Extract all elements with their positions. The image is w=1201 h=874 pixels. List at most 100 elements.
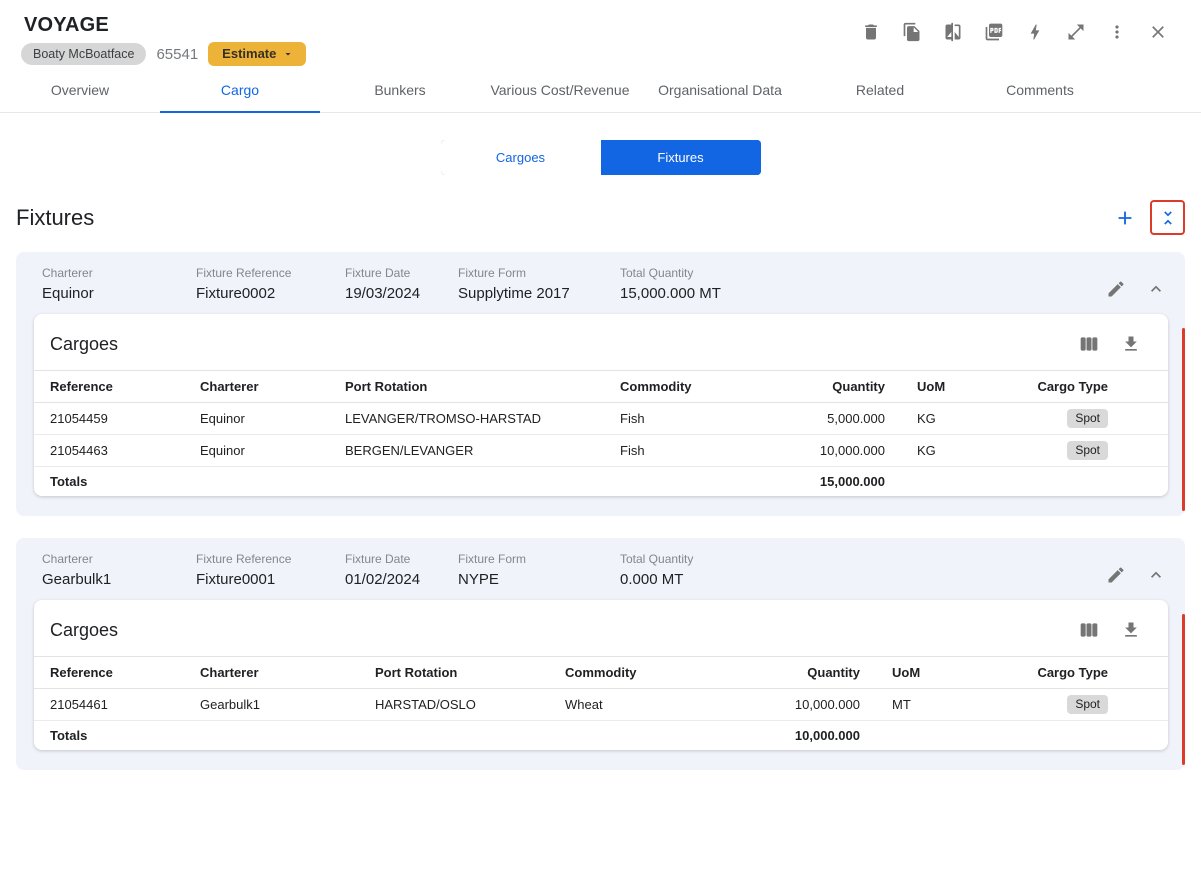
delete-icon[interactable] xyxy=(860,21,882,43)
estimate-button[interactable]: Estimate xyxy=(208,42,307,66)
collapse-fixture-icon[interactable] xyxy=(1145,564,1167,586)
col-reference: Reference xyxy=(50,379,113,394)
fixture-date-label: Fixture Date xyxy=(345,266,411,280)
charterer-value: Gearbulk1 xyxy=(42,571,112,588)
col-charterer: Charterer xyxy=(200,665,259,680)
cell-reference: 21054461 xyxy=(50,697,108,712)
fixture-form-field: Fixture Form NYPE xyxy=(458,552,620,588)
totals-label: Totals xyxy=(50,728,88,743)
cargoes-actions xyxy=(1078,619,1142,641)
cargoes-title: Cargoes xyxy=(50,333,119,354)
export-pdf-icon[interactable] xyxy=(983,21,1005,43)
cargoes-toggle-button[interactable]: Cargoes xyxy=(440,140,601,175)
fixtures-section-title: Fixtures xyxy=(16,204,95,230)
collapse-fixture-icon[interactable] xyxy=(1145,278,1167,300)
cargoes-card: Cargoes Reference Charterer Port Rotatio… xyxy=(34,600,1168,750)
tab-comments[interactable]: Comments xyxy=(960,68,1120,112)
validation-error-bar xyxy=(1182,614,1185,765)
fixture-form-label: Fixture Form xyxy=(458,552,527,566)
cargo-table-header: Reference Charterer Port Rotation Commod… xyxy=(34,370,1168,403)
cell-commodity: Fish xyxy=(620,411,645,426)
cargoes-card-header: Cargoes xyxy=(34,600,1168,656)
tab-organisational-data[interactable]: Organisational Data xyxy=(640,68,800,112)
cargo-type-badge: Spot xyxy=(1067,695,1108,714)
cargoes-card: Cargoes Reference Charterer Port Rotatio… xyxy=(34,314,1168,496)
voyage-panel: VOYAGE Boaty McBoatface 65541 Estimate O… xyxy=(0,0,1201,874)
edit-fixture-icon[interactable] xyxy=(1105,278,1127,300)
page-title: VOYAGE xyxy=(24,14,109,36)
total-quantity-value: 0.000 MT xyxy=(620,571,684,588)
fixture-reference-field: Fixture Reference Fixture0002 xyxy=(196,266,345,302)
cargo-type-badge: Spot xyxy=(1067,409,1108,428)
col-cargo-type: Cargo Type xyxy=(1037,379,1108,394)
voyage-number: 65541 xyxy=(156,45,199,63)
compare-icon[interactable] xyxy=(942,21,964,43)
cell-quantity: 10,000.000 xyxy=(819,443,885,458)
cell-quantity: 10,000.000 xyxy=(794,697,860,712)
col-commodity: Commodity xyxy=(620,379,692,394)
edit-fixture-icon[interactable] xyxy=(1105,564,1127,586)
voyage-header: VOYAGE Boaty McBoatface 65541 Estimate O… xyxy=(0,0,1201,113)
view-toggle: Cargoes Fixtures xyxy=(0,140,1201,175)
columns-icon[interactable] xyxy=(1078,333,1100,355)
cell-cargo-type: Spot xyxy=(1037,441,1168,460)
cell-port-rotation: LEVANGER/TROMSO-HARSTAD xyxy=(345,411,541,426)
col-uom: UoM xyxy=(892,665,921,680)
cargo-totals-row: Totals 15,000.000 xyxy=(34,467,1168,496)
fixture-reference-value: Fixture0001 xyxy=(196,571,276,588)
fixture-actions xyxy=(1077,564,1167,586)
cargo-row[interactable]: 21054459 Equinor LEVANGER/TROMSO-HARSTAD… xyxy=(34,403,1168,435)
col-reference: Reference xyxy=(50,665,113,680)
cell-reference: 21054459 xyxy=(50,411,108,426)
col-uom: UoM xyxy=(917,379,946,394)
fixture-charterer-field: Charterer Gearbulk1 xyxy=(42,552,196,588)
estimate-button-label: Estimate xyxy=(222,46,277,61)
duplicate-icon[interactable] xyxy=(901,21,923,43)
tab-various-cost-revenue[interactable]: Various Cost/Revenue xyxy=(480,68,640,112)
download-icon[interactable] xyxy=(1120,619,1142,641)
cell-port-rotation: HARSTAD/OSLO xyxy=(375,697,476,712)
total-quantity-label: Total Quantity xyxy=(620,266,694,280)
tab-overview[interactable]: Overview xyxy=(0,68,160,112)
columns-icon[interactable] xyxy=(1078,619,1100,641)
totals-quantity: 15,000.000 xyxy=(819,474,885,489)
download-icon[interactable] xyxy=(1120,333,1142,355)
more-options-icon[interactable] xyxy=(1106,21,1128,43)
add-fixture-icon[interactable] xyxy=(1108,201,1142,235)
fixture-actions xyxy=(1077,278,1167,300)
cell-uom: KG xyxy=(917,411,936,426)
cell-commodity: Wheat xyxy=(565,697,603,712)
cell-commodity: Fish xyxy=(620,443,645,458)
cargoes-actions xyxy=(1078,333,1142,355)
tab-bunkers[interactable]: Bunkers xyxy=(320,68,480,112)
cargo-totals-row: Totals 10,000.000 xyxy=(34,721,1168,750)
quick-actions-icon[interactable] xyxy=(1024,21,1046,43)
total-quantity-value: 15,000.000 MT xyxy=(620,285,721,302)
fixtures-section-actions xyxy=(1108,200,1185,235)
cargo-row[interactable]: 21054461 Gearbulk1 HARSTAD/OSLO Wheat 10… xyxy=(34,689,1168,721)
cargoes-card-header: Cargoes xyxy=(34,314,1168,370)
tab-cargo[interactable]: Cargo xyxy=(160,68,320,113)
col-cargo-type: Cargo Type xyxy=(1037,665,1108,680)
vessel-chip: Boaty McBoatface xyxy=(21,43,147,65)
fixture-date-label: Fixture Date xyxy=(345,552,411,566)
cargo-row[interactable]: 21054463 Equinor BERGEN/LEVANGER Fish 10… xyxy=(34,435,1168,467)
expand-icon[interactable] xyxy=(1065,21,1087,43)
close-icon[interactable] xyxy=(1147,21,1169,43)
tab-related[interactable]: Related xyxy=(800,68,960,112)
validation-error-bar xyxy=(1182,328,1185,511)
fixture-form-value: NYPE xyxy=(458,571,499,588)
fixtures-toggle-button[interactable]: Fixtures xyxy=(600,140,761,175)
fixture-header: Charterer Equinor Fixture Reference Fixt… xyxy=(16,252,1185,314)
total-quantity-field: Total Quantity 15,000.000 MT xyxy=(620,266,1077,302)
cargoes-fixtures-segmented-control: Cargoes Fixtures xyxy=(440,140,761,175)
charterer-value: Equinor xyxy=(42,285,94,302)
total-quantity-field: Total Quantity 0.000 MT xyxy=(620,552,1077,588)
fixture-reference-label: Fixture Reference xyxy=(196,552,292,566)
fixtures-section-header: Fixtures xyxy=(16,200,1185,235)
col-quantity: Quantity xyxy=(832,379,885,394)
fixture-card-equinor: Charterer Equinor Fixture Reference Fixt… xyxy=(16,252,1185,516)
collapse-all-icon[interactable] xyxy=(1150,200,1185,235)
charterer-label: Charterer xyxy=(42,266,93,280)
cell-charterer: Equinor xyxy=(200,411,245,426)
